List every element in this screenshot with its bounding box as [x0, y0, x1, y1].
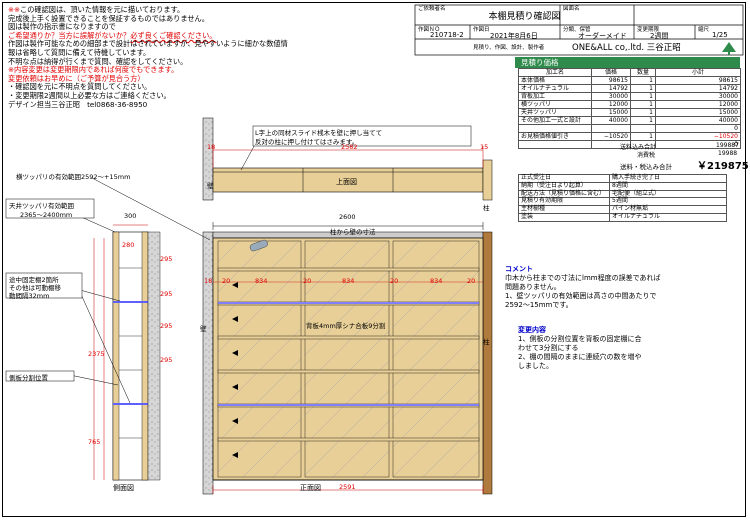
comment-line: 2592〜15mmです。 — [505, 301, 573, 309]
dim-280: 280 — [122, 241, 135, 249]
dim-300: 300 — [124, 212, 137, 220]
dim-18: 18 — [207, 143, 216, 151]
shelf-pin-icon — [232, 350, 238, 356]
dim-20-2: 20 — [303, 277, 312, 285]
dim-295-4: 295 — [160, 356, 173, 364]
dim-2600: 2600 — [339, 213, 356, 221]
change-line: しました。 — [518, 362, 553, 370]
side-split-label: 側板分割位置 — [9, 374, 48, 382]
pillar-label-front: 柱 — [483, 338, 490, 346]
cad-drawing — [5, 117, 493, 495]
dim-2375: 2375 — [88, 350, 105, 358]
side-brace-label: 横ツッパリの有効範囲2592〜+15mm — [16, 173, 131, 181]
comment-line: 問題ありません。 — [505, 283, 561, 291]
change-line: 1、側板の分割位置を背板の固定棚に合 — [518, 335, 642, 343]
pillar-front — [482, 231, 493, 495]
dim-2591: 2591 — [339, 483, 356, 491]
dim-834: 834 — [255, 277, 268, 285]
shelf-pin-icon — [232, 384, 238, 390]
shelf-pin-icon — [232, 418, 238, 424]
dim-295-3: 295 — [160, 322, 173, 330]
dim-20-3: 20 — [390, 277, 399, 285]
dim-834-2: 834 — [342, 277, 355, 285]
pillar-to-wall: 柱から壁の寸法 — [330, 228, 376, 236]
dim-20-4: 20 — [467, 277, 476, 285]
shelf-pin-icon — [232, 282, 238, 288]
dim-15: 15 — [480, 143, 489, 151]
top-view-label: 上面図 — [336, 178, 357, 186]
dim-18-front: 18 — [204, 277, 213, 285]
back-panel-label: 背板4mm厚シナ合板9分割 — [306, 322, 386, 330]
pillar-label: 柱 — [483, 204, 490, 212]
comment-line: 1、壁ツッパリの有効範囲は高さの中間あたりで — [505, 292, 657, 300]
dim-20: 20 — [222, 277, 231, 285]
pillar-top — [482, 159, 493, 201]
ceiling-range: 2365〜2400mm — [20, 211, 73, 219]
shelf-pin-icon — [232, 452, 238, 458]
side-view-label: 側面図 — [113, 484, 134, 492]
dim-765: 765 — [88, 438, 101, 446]
front-view-label: 正面図 — [300, 484, 321, 492]
shelf-pin-icon — [232, 316, 238, 322]
dim-295-2: 295 — [160, 290, 173, 298]
change-line: 2、棚の間隔のままに連続穴の数を増や — [518, 353, 642, 361]
wall-label: 壁 — [207, 182, 214, 190]
change-line: わせて3分割にする — [518, 344, 579, 352]
comment-line: 巾木から柱までの寸法にlmm程度の誤差であれば — [505, 274, 661, 282]
change-title: 変更内容 — [518, 326, 546, 334]
comment-block: コメント 巾木から柱までの寸法にlmm程度の誤差であれば 問題ありません。 1、… — [505, 265, 705, 310]
dim-2582: 2582 — [341, 143, 358, 151]
wall-front — [202, 231, 214, 495]
dim-834-3: 834 — [430, 277, 443, 285]
wall-label-front: 壁 — [200, 325, 207, 333]
fixed-shelf-label-3: 動間隔32mm — [9, 292, 50, 300]
change-block: 変更内容 1、側板の分割位置を背板の固定棚に合 わせて3分割にする 2、棚の間隔… — [518, 326, 678, 371]
comment-title: コメント — [505, 265, 533, 273]
dim-295: 295 — [160, 255, 173, 263]
